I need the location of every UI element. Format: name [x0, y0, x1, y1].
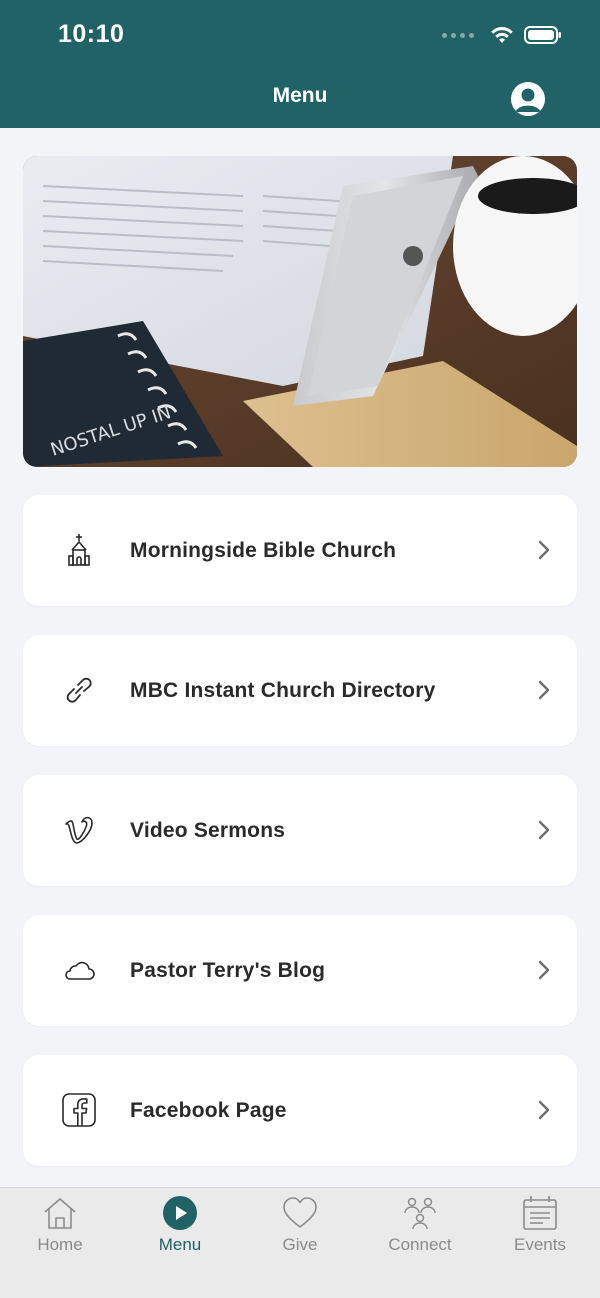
menu-item-label: Facebook Page [130, 1099, 287, 1122]
menu-item-facebook-page[interactable]: Facebook Page [23, 1055, 577, 1166]
tab-label: Menu [158, 1235, 202, 1254]
wifi-icon [491, 27, 513, 43]
cellular-signal-icon [442, 32, 474, 38]
calendar-icon [523, 1196, 557, 1230]
tab-label: Home [37, 1235, 83, 1254]
home-icon [44, 1198, 76, 1229]
chevron-right-icon [538, 1100, 550, 1120]
tab-menu[interactable]: Menu [120, 1188, 240, 1268]
user-icon [515, 88, 541, 112]
cloud-icon [65, 961, 95, 980]
app-header: 10:10 Menu [0, 0, 600, 128]
menu-item-pastor-blog[interactable]: Pastor Terry's Blog [23, 915, 577, 1026]
link-icon [66, 677, 92, 703]
battery-icon [524, 26, 561, 44]
menu-item-label: Morningside Bible Church [130, 539, 397, 562]
tab-events[interactable]: Events [480, 1188, 600, 1268]
tab-label: Give [282, 1235, 318, 1254]
status-time: 10:10 [58, 20, 125, 48]
chevron-right-icon [538, 680, 550, 700]
chevron-right-icon [538, 960, 550, 980]
tab-home[interactable]: Home [0, 1188, 120, 1268]
menu-item-label: Pastor Terry's Blog [130, 959, 326, 982]
page-title: Menu [272, 84, 328, 107]
tab-label: Events [514, 1235, 566, 1254]
heart-icon [283, 1197, 317, 1228]
vimeo-icon [65, 816, 93, 844]
status-icons [442, 22, 562, 48]
profile-button[interactable] [511, 82, 545, 116]
chevron-right-icon [538, 540, 550, 560]
menu-item-label: MBC Instant Church Directory [130, 679, 436, 702]
people-icon [404, 1197, 436, 1230]
facebook-icon [62, 1093, 96, 1127]
chevron-right-icon [538, 820, 550, 840]
play-icon [163, 1196, 197, 1230]
tab-bar: Home Menu Give Connect Events [0, 1187, 600, 1298]
menu-item-church-directory[interactable]: MBC Instant Church Directory [23, 635, 577, 746]
hero-image: NOSTAL UP IN [23, 156, 577, 467]
tab-give[interactable]: Give [240, 1188, 360, 1268]
church-icon [68, 534, 90, 566]
tab-label: Connect [388, 1235, 452, 1254]
menu-item-video-sermons[interactable]: Video Sermons [23, 775, 577, 886]
menu-item-label: Video Sermons [130, 819, 286, 842]
tab-connect[interactable]: Connect [360, 1188, 480, 1268]
menu-item-morningside-bible-church[interactable]: Morningside Bible Church [23, 495, 577, 606]
